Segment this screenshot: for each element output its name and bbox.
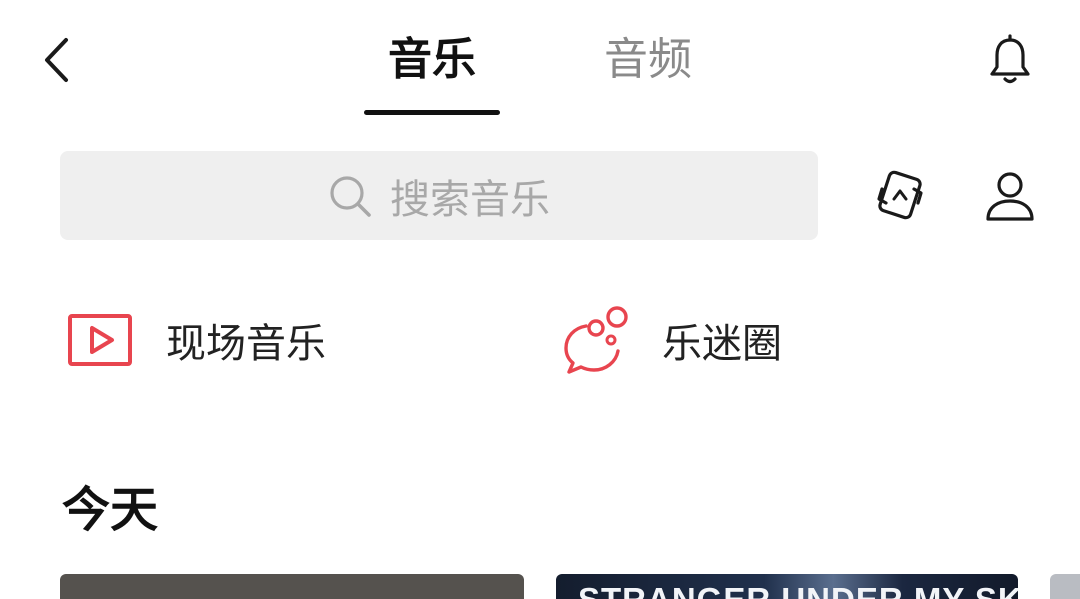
shortcut-live-music[interactable]: 现场音乐 — [64, 300, 326, 380]
back-button[interactable] — [34, 34, 78, 86]
active-tab-indicator — [364, 110, 500, 115]
today-card[interactable] — [1050, 574, 1080, 599]
tab-audio-label: 音频 — [604, 34, 692, 85]
tab-music-label: 音乐 — [388, 34, 476, 85]
today-card-title: STRANGER UNDER MY SKIN — [578, 581, 1018, 599]
notification-button[interactable] — [982, 30, 1038, 90]
recognize-music-button[interactable] — [870, 165, 930, 227]
chevron-left-icon — [45, 38, 68, 82]
search-icon — [328, 174, 372, 218]
today-section-title: 今天 — [62, 482, 159, 538]
shortcut-live-music-label: 现场音乐 — [166, 321, 326, 367]
profile-button[interactable] — [980, 165, 1040, 227]
search-input[interactable]: 搜索音乐 — [60, 151, 818, 240]
shortcut-fan-circle-label: 乐迷圈 — [662, 321, 782, 367]
bell-icon — [990, 34, 1030, 84]
music-page: 音乐 音频 搜索音乐 现场音乐 乐迷圈 今天 — [0, 0, 1080, 599]
play-video-icon — [64, 304, 136, 376]
user-icon — [986, 172, 1034, 221]
today-card[interactable]: STRANGER UNDER MY SKIN — [556, 574, 1018, 599]
today-card[interactable] — [60, 574, 524, 599]
tab-audio[interactable]: 音频 — [604, 30, 692, 90]
shortcut-fan-circle[interactable]: 乐迷圈 — [560, 300, 782, 380]
search-placeholder: 搜索音乐 — [390, 176, 550, 223]
recognize-music-icon — [877, 170, 923, 220]
chat-bubbles-icon — [560, 304, 632, 376]
tab-music[interactable]: 音乐 — [388, 30, 476, 90]
